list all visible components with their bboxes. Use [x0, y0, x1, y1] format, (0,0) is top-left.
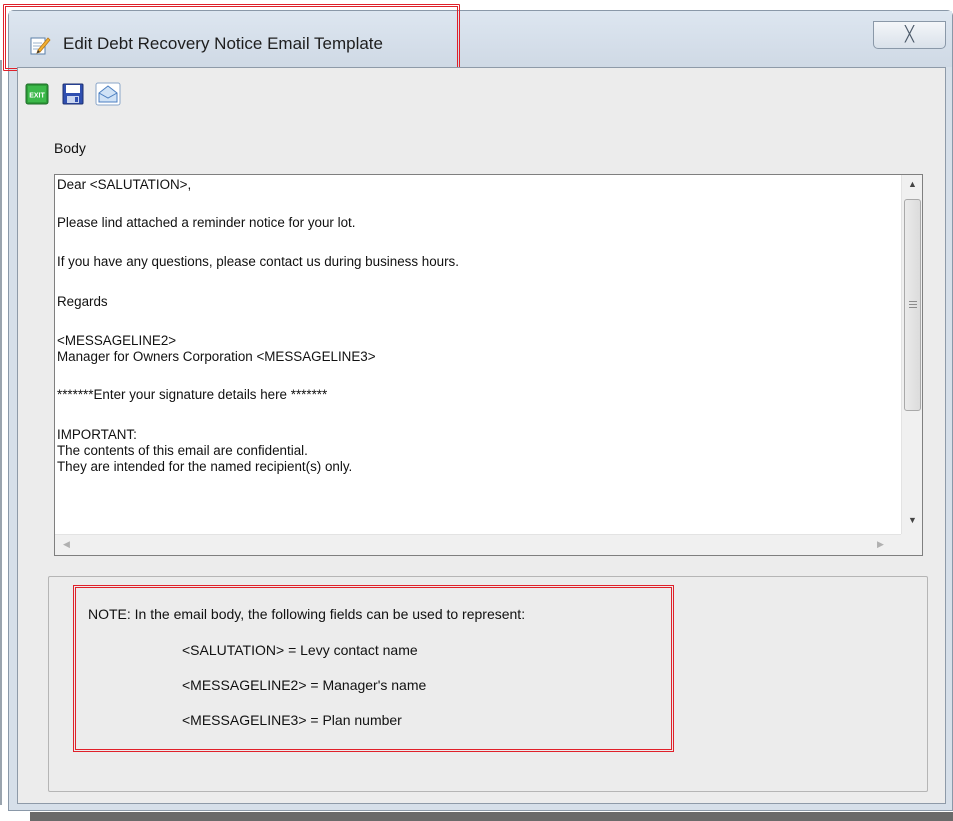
- body-line: *******Enter your signature details here…: [57, 387, 328, 402]
- body-line: Regards: [57, 294, 108, 309]
- scroll-up-arrow-icon[interactable]: ▲: [908, 179, 917, 189]
- email-icon: [95, 82, 121, 106]
- horizontal-scrollbar[interactable]: ◀ ▶: [55, 534, 901, 555]
- note-group-box: NOTE: In the email body, the following f…: [48, 576, 928, 792]
- vertical-scrollbar[interactable]: ▲ ▼: [901, 175, 922, 535]
- close-button[interactable]: ╳: [873, 21, 946, 49]
- note-heading: NOTE: In the email body, the following f…: [88, 606, 526, 622]
- body-line: The contents of this email are confident…: [57, 443, 308, 458]
- body-line: IMPORTANT:: [57, 427, 137, 442]
- exit-button[interactable]: EXIT: [22, 77, 52, 111]
- note-field-messageline2: <MESSAGELINE2> = Manager's name: [182, 677, 427, 693]
- save-button[interactable]: [58, 77, 88, 111]
- body-line: Please lind attached a reminder notice f…: [57, 215, 356, 230]
- svg-text:EXIT: EXIT: [29, 93, 45, 100]
- scrollbar-corner: [901, 534, 922, 555]
- body-line: <MESSAGELINE2>: [57, 333, 177, 348]
- email-body-text[interactable]: Dear <SALUTATION>, Please lind attached …: [57, 175, 897, 531]
- title-highlight-box: [3, 4, 460, 71]
- window-bottom-shadow: [30, 812, 953, 821]
- body-line: Dear <SALUTATION>,: [57, 177, 192, 192]
- body-line: Manager for Owners Corporation <MESSAGEL…: [57, 349, 376, 364]
- body-label: Body: [54, 140, 86, 156]
- dialog-client-area: EXIT Body Dear <SALUTATION>, Please lind…: [17, 67, 946, 804]
- body-line: They are intended for the named recipien…: [57, 459, 353, 474]
- email-body-editor[interactable]: Dear <SALUTATION>, Please lind attached …: [54, 174, 923, 556]
- body-line: If you have any questions, please contac…: [57, 254, 459, 269]
- scroll-left-arrow-icon[interactable]: ◀: [63, 539, 70, 550]
- note-field-salutation: <SALUTATION> = Levy contact name: [182, 642, 418, 658]
- save-icon: [62, 83, 84, 105]
- scrollbar-thumb[interactable]: [904, 199, 921, 411]
- scroll-down-arrow-icon[interactable]: ▼: [908, 515, 917, 525]
- exit-icon: EXIT: [25, 83, 49, 105]
- window-shadow-edge: [0, 60, 2, 805]
- note-highlight-box: NOTE: In the email body, the following f…: [73, 585, 674, 752]
- scroll-right-arrow-icon[interactable]: ▶: [877, 539, 884, 550]
- close-icon: ╳: [904, 26, 915, 43]
- email-button[interactable]: [92, 77, 122, 111]
- note-field-messageline3: <MESSAGELINE3> = Plan number: [182, 712, 402, 728]
- dialog-window: Edit Debt Recovery Notice Email Template…: [3, 4, 953, 811]
